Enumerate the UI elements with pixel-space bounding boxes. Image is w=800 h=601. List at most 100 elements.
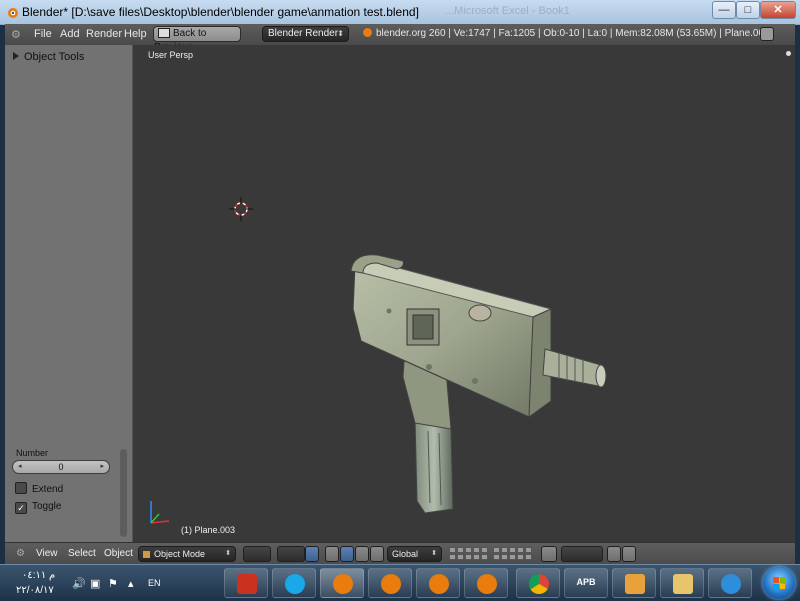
panel-collapse-icon [13, 52, 19, 60]
taskbar-apb[interactable]: APB [564, 568, 608, 598]
windows-logo-icon [773, 577, 785, 589]
game-app-icon [237, 574, 257, 594]
viewport-corner-widget[interactable] [786, 51, 791, 56]
blender-window: ⚙ File Add Render Help Back to Previous … [5, 24, 795, 565]
viewport-shading-select[interactable] [243, 546, 271, 562]
dropdown-arrow-icon: ⬍ [431, 550, 437, 557]
scale-manipulator-button[interactable] [355, 546, 369, 562]
scene-layers-group-1[interactable] [449, 547, 488, 561]
show-hidden-icon[interactable]: ▴ [128, 577, 134, 590]
decrement-arrow-icon[interactable]: ◂ [18, 461, 22, 473]
internet-explorer-icon [721, 574, 741, 594]
number-value: 0 [58, 462, 64, 472]
render-preview-button[interactable] [607, 546, 621, 562]
menu-file[interactable]: File [34, 28, 52, 40]
interaction-mode-select[interactable]: Object Mode ⬍ [138, 546, 236, 562]
taskbar-blender-4[interactable] [464, 568, 508, 598]
blender-icon [381, 574, 401, 594]
mode-value: Object Mode [154, 549, 206, 559]
object-tools-panel-header[interactable]: Object Tools [13, 51, 84, 63]
close-button[interactable]: ✕ [760, 1, 796, 19]
folder-icon [673, 574, 693, 594]
blender-logo-icon [363, 28, 372, 37]
number-label: Number [16, 448, 49, 458]
dropdown-arrow-icon: ⬍ [225, 550, 231, 557]
layer-lock-button[interactable] [541, 546, 557, 562]
active-object-label: (1) Plane.003 [181, 525, 236, 535]
transform-orientation-select[interactable]: Global ⬍ [387, 546, 442, 562]
windows-taskbar: م ٠٤:١١ ٢٢/٠٨/١٧ 🔊 ▣ ⚑ ▴ EN APB [0, 564, 800, 601]
maximize-button[interactable]: □ [736, 1, 760, 19]
extend-label: Extend [32, 484, 64, 495]
network-icon[interactable]: ▣ [90, 577, 100, 590]
3d-cursor-icon[interactable] [229, 197, 253, 221]
clock-time[interactable]: م ٠٤:١١ [22, 570, 55, 581]
taskbar-media-player[interactable] [612, 568, 656, 598]
volume-icon[interactable]: 🔊 [72, 577, 86, 590]
taskbar-blender-3[interactable] [416, 568, 460, 598]
snap-toggle-button[interactable] [370, 546, 384, 562]
menu-help[interactable]: Help [124, 28, 147, 40]
clock-date[interactable]: ٢٢/٠٨/١٧ [16, 585, 54, 596]
menu-object[interactable]: Object [104, 548, 133, 559]
chrome-icon [529, 574, 549, 594]
editor-type-icon[interactable]: ⚙ [11, 28, 21, 41]
taskbar-explorer[interactable] [660, 568, 704, 598]
extend-checkbox[interactable]: Extend [15, 482, 63, 495]
toggle-checkbox[interactable]: ✓ Toggle [15, 501, 61, 514]
media-player-icon [625, 574, 645, 594]
window-title-bar: Blender* [D:\save files\Desktop\blender\… [0, 0, 800, 25]
dropdown-arrow-icon: ⬍ [337, 29, 344, 38]
panel-title: Object Tools [24, 51, 85, 63]
taskbar-blender-active[interactable] [320, 568, 364, 598]
blender-icon [333, 574, 353, 594]
skype-icon [285, 574, 305, 594]
toggle-label: Toggle [32, 501, 62, 512]
rotate-manipulator-button[interactable] [340, 546, 354, 562]
render-animation-button[interactable] [622, 546, 636, 562]
menu-render[interactable]: Render [86, 28, 122, 40]
axis-gizmo-icon [150, 501, 170, 524]
object-mode-cube-icon [143, 551, 150, 558]
gun-model-icon[interactable] [333, 251, 633, 516]
taskbar-internet-explorer[interactable] [708, 568, 752, 598]
flag-icon[interactable]: ⚑ [108, 577, 118, 590]
scene-layers-group-2[interactable] [493, 547, 532, 561]
render-engine-select[interactable]: Blender Render ⬍ [262, 26, 349, 42]
tool-shelf-scrollbar[interactable] [120, 449, 127, 537]
manipulator-toggle[interactable] [305, 546, 319, 562]
number-field[interactable]: ◂ 0 ▸ [12, 460, 110, 474]
taskbar-blender-2[interactable] [368, 568, 412, 598]
minimize-button[interactable]: — [712, 1, 736, 19]
stats-text: blender.org 260 | Ve:1747 | Fa:1205 | Ob… [376, 28, 770, 39]
tool-shelf: Object Tools Number ◂ 0 ▸ Extend ✓ Toggle [5, 45, 133, 542]
blender-icon [429, 574, 449, 594]
pivot-point-select[interactable] [277, 546, 305, 562]
apb-label: APB [576, 577, 596, 587]
3d-viewport[interactable]: User Persp (1) Plane.003 [133, 45, 795, 542]
taskbar-chrome[interactable] [516, 568, 560, 598]
fullscreen-button[interactable] [760, 27, 774, 41]
language-indicator[interactable]: EN [148, 578, 161, 588]
toggle-checkbox-box[interactable]: ✓ [15, 502, 27, 514]
extend-checkbox-box[interactable] [15, 482, 27, 494]
taskbar-blender-game-app[interactable] [224, 568, 268, 598]
taskbar-skype[interactable] [272, 568, 316, 598]
start-button[interactable] [763, 567, 795, 599]
editor-type-icon[interactable]: ⚙ [16, 548, 25, 559]
view-perspective-label: User Persp [148, 50, 194, 60]
info-header: ⚙ File Add Render Help Back to Previous … [5, 24, 795, 53]
increment-arrow-icon[interactable]: ▸ [100, 461, 104, 473]
orientation-value: Global [392, 549, 419, 559]
screen-icon [158, 28, 170, 39]
menu-view[interactable]: View [36, 548, 58, 559]
back-to-previous-button[interactable]: Back to Previous [153, 26, 241, 53]
background-window-title: ...Microsoft Excel - Book1 [445, 5, 570, 17]
menu-add[interactable]: Add [60, 28, 80, 40]
blender-icon [477, 574, 497, 594]
proportional-editing-select[interactable] [561, 546, 603, 562]
menu-select[interactable]: Select [68, 548, 96, 559]
blender-logo-icon [8, 8, 18, 18]
render-engine-value: Blender Render [268, 28, 339, 39]
translate-manipulator-button[interactable] [325, 546, 339, 562]
